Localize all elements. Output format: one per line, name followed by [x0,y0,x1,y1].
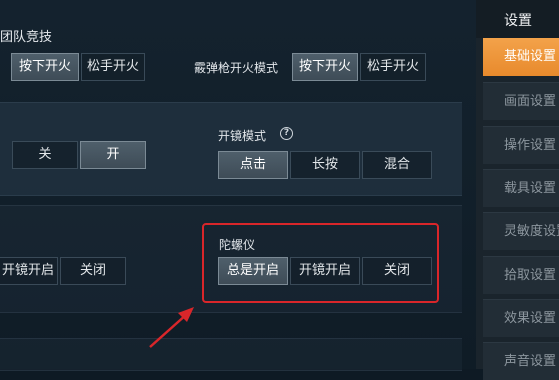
scope-mode-label: 开镜模式 [218,129,267,143]
sidebar-item-effects[interactable]: 效果设置 [483,299,559,337]
toggle-off-option[interactable]: 关 [12,141,78,169]
sidebar-item-sound[interactable]: 声音设置 [483,342,559,380]
scope-mode-hold-option[interactable]: 长按 [290,151,360,179]
shotgun-fire-release-option[interactable]: 松手开火 [360,53,426,81]
scope-mode-mixed-option[interactable]: 混合 [362,151,432,179]
fire-mode-press-option[interactable]: 按下开火 [11,53,79,81]
sidebar-item-graphics[interactable]: 画面设置 [483,82,559,120]
left-gyro-scope-on-option[interactable]: 开镜开启 [0,257,58,285]
sidebar-item-basic[interactable]: 基础设置 [483,38,559,76]
question-circle-icon[interactable]: ? [280,127,293,140]
left-gyro-selector: 开镜开启 关闭 [0,257,128,285]
scope-mode-tap-option[interactable]: 点击 [218,151,288,179]
sidebar-header: 设置 [476,0,559,38]
sidebar-item-pickup[interactable]: 拾取设置 [483,256,559,294]
highlight-box [202,223,439,303]
fire-mode-release-option[interactable]: 松手开火 [81,53,145,81]
settings-panel: 团队竞技 按下开火 松手开火 霰弹枪开火模式 按下开火 松手开火 关 开 开镜模… [0,0,476,371]
toggle-selector: 关 开 [12,141,148,169]
sidebar-item-controls[interactable]: 操作设置 [483,126,559,164]
sidebar-item-vehicle[interactable]: 载具设置 [483,169,559,207]
shotgun-fire-mode-selector: 按下开火 松手开火 [292,53,428,81]
section-title: 团队竞技 [0,30,53,45]
settings-band-4 [0,338,462,371]
sidebar-item-sensitivity[interactable]: 灵敏度设置 [483,212,559,250]
toggle-on-option[interactable]: 开 [80,141,146,169]
shotgun-fire-mode-label: 霰弹枪开火模式 [194,61,279,75]
scope-mode-selector: 点击 长按 混合 [218,151,434,179]
settings-sidebar: 设置 基础设置 画面设置 操作设置 载具设置 灵敏度设置 拾取设置 效果设置 声… [476,0,559,380]
left-gyro-off-option[interactable]: 关闭 [60,257,126,285]
fire-mode-selector: 按下开火 松手开火 [11,53,147,81]
shotgun-fire-press-option[interactable]: 按下开火 [292,53,358,81]
